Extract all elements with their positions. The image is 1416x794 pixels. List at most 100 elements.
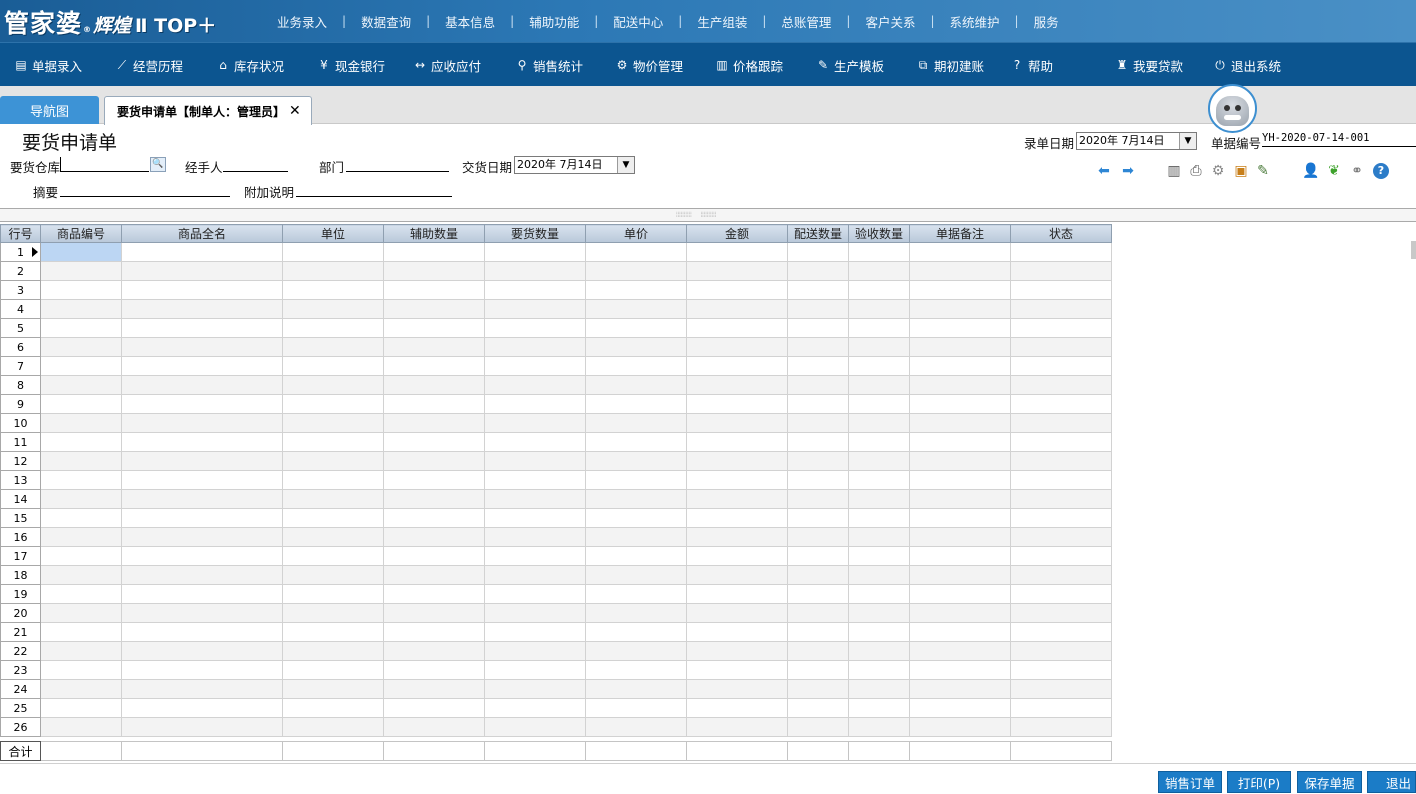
top-menu-item[interactable]: 业务录入 [262, 12, 342, 31]
table-row[interactable]: 4 [0, 299, 1112, 319]
column-header[interactable]: 要货数量 [484, 224, 586, 243]
grid-cell[interactable] [1010, 565, 1112, 585]
grid-cell[interactable] [686, 432, 788, 452]
grid-cell[interactable] [282, 584, 384, 604]
grid-cell[interactable] [848, 622, 910, 642]
grid-cell[interactable] [383, 641, 485, 661]
grid-cell[interactable] [282, 527, 384, 547]
top-menu-item[interactable]: 生产组装 [682, 12, 762, 31]
note-input[interactable] [296, 182, 452, 197]
grid-cell[interactable] [484, 280, 586, 300]
grid-cell[interactable] [40, 489, 122, 509]
grid-cell[interactable] [1010, 698, 1112, 718]
top-menu-item[interactable]: 配送中心 [598, 12, 678, 31]
grid-cell[interactable] [484, 242, 586, 262]
table-row[interactable]: 2 [0, 261, 1112, 281]
grid-cell[interactable] [484, 641, 586, 661]
assistant-avatar[interactable] [1208, 84, 1257, 133]
grid-cell[interactable] [585, 337, 687, 357]
grid-cell[interactable] [909, 394, 1011, 414]
grid-cell[interactable] [909, 527, 1011, 547]
grid-cell[interactable] [40, 622, 122, 642]
grid-cell[interactable] [909, 337, 1011, 357]
chevron-down-icon[interactable]: ▼ [617, 157, 634, 173]
grid-cell[interactable] [40, 565, 122, 585]
grid-cell[interactable] [686, 242, 788, 262]
grid-cell[interactable] [282, 299, 384, 319]
grid-cell[interactable] [121, 489, 283, 509]
grid-cell[interactable] [40, 527, 122, 547]
grid-cell[interactable] [1010, 717, 1112, 737]
grid-cell[interactable] [40, 432, 122, 452]
grid-cell[interactable] [1010, 470, 1112, 490]
table-row[interactable]: 5 [0, 318, 1112, 338]
grid-cell[interactable] [282, 261, 384, 281]
table-row[interactable]: 17 [0, 546, 1112, 566]
grid-cell[interactable] [40, 603, 122, 623]
grid-cell[interactable] [282, 565, 384, 585]
grid-cell[interactable] [848, 679, 910, 699]
grid-cell[interactable] [484, 299, 586, 319]
grid-cell[interactable] [40, 679, 122, 699]
grid-cell[interactable] [121, 337, 283, 357]
grid-cell[interactable] [909, 508, 1011, 528]
table-row[interactable]: 13 [0, 470, 1112, 490]
grid-cell[interactable] [484, 565, 586, 585]
grid-cell[interactable] [848, 660, 910, 680]
grid-cell[interactable] [282, 451, 384, 471]
grid-cell[interactable] [40, 337, 122, 357]
grid-cell[interactable] [686, 660, 788, 680]
table-row[interactable]: 23 [0, 660, 1112, 680]
grid-cell[interactable] [383, 299, 485, 319]
sales-order-button[interactable]: 销售订单 [1158, 771, 1222, 793]
grid-cell[interactable] [585, 603, 687, 623]
grid-cell[interactable] [1010, 660, 1112, 680]
grid-cell[interactable] [282, 375, 384, 395]
grid-cell[interactable] [848, 356, 910, 376]
column-header[interactable]: 验收数量 [848, 224, 910, 243]
grid-cell[interactable] [585, 261, 687, 281]
grid-cell[interactable] [787, 565, 849, 585]
grid-cell[interactable] [40, 717, 122, 737]
grid-cell[interactable] [383, 565, 485, 585]
grid-cell[interactable] [383, 603, 485, 623]
grid-cell[interactable] [909, 375, 1011, 395]
grid-cell[interactable] [40, 318, 122, 338]
grid-cell[interactable] [909, 242, 1011, 262]
column-header[interactable]: 配送数量 [787, 224, 849, 243]
toolbar-item[interactable]: ? 帮助 [1010, 43, 1053, 87]
toolbar-item[interactable]: ✎ 生产模板 [816, 43, 884, 87]
grid-cell[interactable] [686, 603, 788, 623]
grid-cell[interactable] [40, 394, 122, 414]
grid-cell[interactable] [909, 622, 1011, 642]
grid-cell[interactable] [686, 641, 788, 661]
grid-cell[interactable] [282, 508, 384, 528]
grid-cell[interactable] [484, 698, 586, 718]
grid-cell[interactable] [383, 375, 485, 395]
grid-cell[interactable] [686, 413, 788, 433]
grid-cell[interactable] [484, 413, 586, 433]
grid-cell[interactable] [1010, 413, 1112, 433]
table-row[interactable]: 15 [0, 508, 1112, 528]
grid-cell[interactable] [585, 660, 687, 680]
grid-cell[interactable] [282, 660, 384, 680]
column-header[interactable]: 状态 [1010, 224, 1112, 243]
grid-cell[interactable] [40, 299, 122, 319]
delivery-date-picker[interactable]: 2020年 7月14日 ▼ [514, 156, 635, 174]
user-icon[interactable]: 👤 [1302, 163, 1319, 179]
table-row[interactable]: 8 [0, 375, 1112, 395]
grid-cell[interactable] [121, 527, 283, 547]
grid-cell[interactable] [121, 603, 283, 623]
grid-cell[interactable] [1010, 584, 1112, 604]
table-row[interactable]: 24 [0, 679, 1112, 699]
grid-cell[interactable] [121, 641, 283, 661]
column-header[interactable]: 单据备注 [909, 224, 1011, 243]
toolbar-item[interactable]: ▥ 价格跟踪 [715, 43, 783, 87]
warehouse-input[interactable] [60, 157, 149, 172]
entry-date-picker[interactable]: 2020年 7月14日 ▼ [1076, 132, 1197, 150]
grid-cell[interactable] [686, 527, 788, 547]
chevron-down-icon[interactable]: ▼ [1179, 133, 1196, 149]
arrow-left-icon[interactable]: ⬅ [1096, 163, 1112, 179]
barcode-icon[interactable]: ▥ [1166, 163, 1182, 179]
column-header[interactable]: 商品编号 [40, 224, 122, 243]
